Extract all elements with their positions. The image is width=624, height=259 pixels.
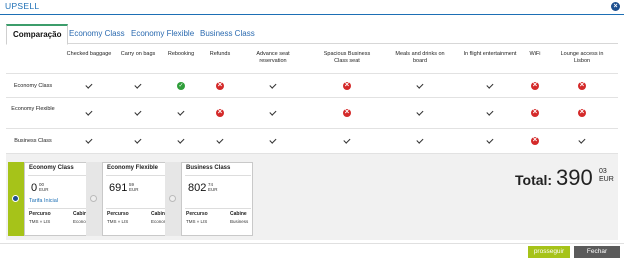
check-icon [486, 82, 494, 90]
percurso-label: Percurso [186, 211, 208, 217]
fare-title: Economy Class [29, 165, 74, 171]
card-divider [28, 208, 94, 209]
check-icon [134, 82, 142, 90]
row-label: Economy Flexible [11, 106, 55, 112]
check-icon [85, 109, 93, 117]
total-cents-currency: 03 EUR [599, 168, 614, 184]
included-icon [177, 81, 185, 91]
row-divider [6, 73, 618, 74]
card-divider [28, 175, 94, 176]
tab-comparacao[interactable]: Comparação [6, 24, 69, 45]
row-divider [6, 97, 618, 98]
total-currency: EUR [599, 176, 614, 183]
check-icon [269, 82, 277, 90]
fare-title: Economy Flexible [107, 165, 159, 171]
route-value: TMS » LIS [107, 219, 129, 224]
not-included-icon [343, 107, 351, 117]
column-header: Spacious Business Class seat [323, 51, 371, 64]
fare-tag: Tarifa Inicial [29, 198, 59, 204]
header-divider [0, 14, 624, 15]
dialog-header: UPSELL × [0, 0, 624, 14]
cabin-value: Business [230, 219, 249, 224]
not-included-icon [216, 80, 224, 90]
fare-radio[interactable] [90, 195, 97, 202]
fare-currency: EUR [208, 187, 218, 192]
card-divider [185, 175, 251, 176]
not-included-icon [578, 107, 586, 117]
check-icon [486, 137, 494, 145]
fare-price: 802 [188, 182, 207, 194]
percurso-label: Percurso [107, 211, 129, 217]
column-header: Meals and drinks on board [395, 51, 445, 64]
check-icon [269, 137, 277, 145]
total-cents: 03 [599, 168, 607, 175]
row-label: Economy Class [13, 83, 53, 89]
tab-economy-flexible[interactable]: Economy Flexible [131, 24, 194, 44]
tab-economy-class[interactable]: Economy Class [69, 24, 125, 44]
fare-title: Business Class [186, 165, 231, 171]
percurso-label: Percurso [29, 211, 51, 217]
fare-currency: EUR [129, 187, 139, 192]
fare-cents-currency: 00 EUR [39, 182, 49, 192]
not-included-icon [343, 80, 351, 90]
close-icon[interactable]: × [611, 2, 620, 11]
dialog-title: UPSELL [5, 1, 40, 11]
fare-card[interactable]: Business Class 802 74 EUR Percurso Cabine TMS … [181, 162, 253, 236]
fare-select-strip[interactable] [86, 162, 102, 236]
check-icon [134, 137, 142, 145]
check-icon [486, 109, 494, 117]
fare-price: 691 [109, 182, 128, 194]
row-label: Business Class [14, 138, 52, 144]
total-amount: 390 [556, 165, 593, 190]
fare-price: 0 [31, 182, 38, 194]
check-icon [216, 137, 224, 145]
check-icon [177, 109, 185, 117]
route-value: TMS » LIS [186, 219, 208, 224]
not-included-icon [531, 135, 539, 145]
cabine-label: Cabine [230, 211, 247, 217]
check-icon [416, 82, 424, 90]
check-icon [343, 137, 351, 145]
check-icon [269, 109, 277, 117]
card-divider [106, 208, 172, 209]
check-icon [416, 137, 424, 145]
column-header: Refunds [209, 51, 231, 57]
fare-radio[interactable] [169, 195, 176, 202]
fare-cents-currency: 59 EUR [129, 182, 139, 192]
fare-currency: EUR [39, 187, 49, 192]
not-included-icon [216, 107, 224, 117]
not-included-icon [531, 107, 539, 117]
total-label: Total: [515, 172, 553, 188]
tab-bar: Comparação Economy Class Economy Flexibl… [6, 24, 618, 45]
check-icon [416, 109, 424, 117]
fare-card[interactable]: Economy Flexible 691 59 EUR Percurso Cabine TM… [102, 162, 174, 236]
check-icon [578, 137, 586, 145]
check-icon [85, 82, 93, 90]
card-divider [185, 208, 251, 209]
not-included-icon [531, 80, 539, 90]
column-header: Lounge access in Lisbon [560, 51, 604, 64]
not-included-icon [578, 80, 586, 90]
fare-select-strip[interactable] [8, 162, 24, 236]
fare-select-strip[interactable] [165, 162, 181, 236]
tab-business-class[interactable]: Business Class [200, 24, 255, 44]
card-divider [106, 175, 172, 176]
fare-cents-currency: 74 EUR [208, 182, 218, 192]
check-icon [134, 109, 142, 117]
row-divider [6, 128, 618, 129]
route-value: TMS » LIS [29, 219, 51, 224]
check-icon [85, 137, 93, 145]
close-button[interactable]: Fechar [574, 246, 620, 258]
footer-divider [0, 243, 624, 244]
check-icon [177, 137, 185, 145]
column-header: Advance seat reservation [256, 51, 290, 64]
proceed-button[interactable]: prosseguir [528, 246, 570, 258]
fare-radio[interactable] [12, 195, 19, 202]
